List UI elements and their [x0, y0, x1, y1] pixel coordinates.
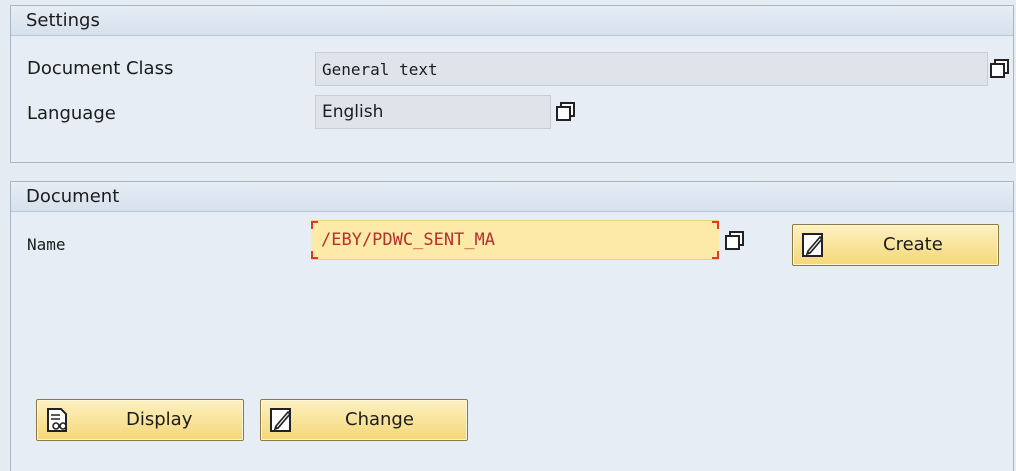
pencil-edit-icon: [801, 232, 825, 258]
change-button[interactable]: Change: [260, 399, 468, 441]
value-help-icon[interactable]: [987, 55, 1013, 83]
name-input[interactable]: /EBY/PDWC_SENT_MA: [311, 220, 719, 260]
document-class-label: Document Class: [27, 58, 174, 79]
document-glasses-icon: [45, 407, 69, 433]
settings-group-title: Settings: [11, 6, 1013, 36]
value-help-icon[interactable]: [722, 227, 748, 255]
name-label: Name: [27, 235, 66, 254]
create-button[interactable]: Create: [792, 224, 999, 266]
document-group: Document Name /EBY/PDWC_SENT_MA Create D…: [10, 181, 1014, 471]
language-field[interactable]: English: [315, 95, 551, 129]
document-class-field[interactable]: General text: [315, 52, 988, 86]
settings-group: Settings Document Class General text Lan…: [10, 5, 1014, 163]
pencil-edit-icon: [269, 407, 293, 433]
name-input-value: /EBY/PDWC_SENT_MA: [321, 230, 495, 250]
create-button-label: Create: [883, 234, 943, 255]
display-button[interactable]: Display: [36, 399, 244, 441]
display-button-label: Display: [126, 409, 193, 430]
document-group-title: Document: [11, 182, 1013, 212]
value-help-icon[interactable]: [553, 98, 579, 126]
change-button-label: Change: [345, 409, 414, 430]
language-label: Language: [27, 103, 116, 124]
